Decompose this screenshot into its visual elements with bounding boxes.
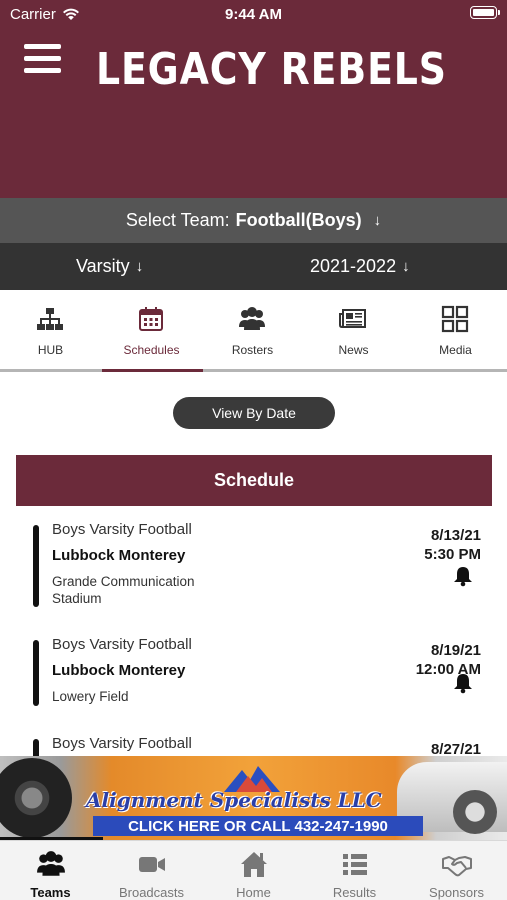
sub-selector-bar: Varsity ↓ 2021-2022 ↓: [0, 243, 507, 290]
tab-label: News: [338, 343, 369, 357]
event-sport: Boys Varsity Football: [52, 735, 192, 752]
app-header: Carrier 9:44 AM LEGACY REBELS: [0, 0, 507, 198]
hamburger-menu-icon[interactable]: [24, 44, 61, 74]
level-selector[interactable]: Varsity ↓: [76, 243, 143, 290]
bell-icon[interactable]: [452, 565, 474, 587]
calendar-icon: [139, 307, 163, 331]
nav-results[interactable]: Results: [304, 841, 405, 900]
arrow-down-icon: ↓: [402, 258, 410, 275]
schedule-item[interactable]: Boys Varsity Football Lubbock Monterey L…: [0, 636, 507, 711]
event-date: 8/19/21: [430, 642, 481, 659]
people-icon: [37, 851, 65, 876]
event-sport: Boys Varsity Football: [52, 521, 192, 538]
event-sport: Boys Varsity Football: [52, 636, 192, 653]
arrow-down-icon: ↓: [135, 258, 144, 275]
nav-label: Results: [332, 885, 377, 900]
schedule-item[interactable]: Boys Varsity Football 8/27/21: [0, 735, 507, 757]
event-opponent: Lubbock Monterey: [52, 662, 186, 679]
event-bar: [33, 640, 39, 706]
event-venue: Grande Communication Stadium: [52, 574, 195, 606]
view-by-date-button[interactable]: View By Date: [173, 397, 335, 429]
status-time: 9:44 AM: [225, 6, 282, 23]
team-select-value: Football(Boys): [235, 210, 362, 230]
level-value: Varsity: [76, 256, 130, 276]
tab-hub[interactable]: HUB: [0, 290, 101, 369]
season-selector[interactable]: 2021-2022 ↓: [310, 243, 410, 290]
tab-news[interactable]: News: [303, 290, 404, 369]
tab-label: HUB: [37, 343, 64, 357]
active-tab-indicator: [102, 369, 203, 372]
tab-media[interactable]: Media: [405, 290, 506, 369]
bell-icon[interactable]: [452, 672, 474, 694]
section-tabs: HUB Schedules Rosters News Media: [0, 290, 507, 372]
status-bar: Carrier 9:44 AM: [0, 0, 507, 30]
nav-label: Sponsors: [429, 885, 484, 900]
event-bar: [33, 525, 39, 607]
ad-title: Alignment Specialists LLC: [86, 788, 382, 812]
team-select-label: Select Team:: [125, 210, 230, 230]
people-icon: [239, 307, 265, 330]
sponsor-ad-banner[interactable]: Alignment Specialists LLC CLICK HERE OR …: [0, 756, 507, 840]
nav-label: Broadcasts: [118, 885, 185, 900]
event-bar: [33, 739, 39, 757]
tab-label: Rosters: [231, 343, 274, 357]
nav-label: Teams: [30, 885, 71, 900]
hierarchy-icon: [37, 308, 63, 330]
nav-broadcasts[interactable]: Broadcasts: [101, 841, 202, 900]
home-icon: [241, 852, 267, 877]
nav-home[interactable]: Home: [203, 841, 304, 900]
handshake-icon: [442, 856, 472, 877]
wheel-image: [453, 790, 497, 834]
tab-rosters[interactable]: Rosters: [202, 290, 303, 369]
tab-label: Schedules: [123, 343, 180, 357]
nav-sponsors[interactable]: Sponsors: [406, 841, 507, 900]
arrow-down-icon: ↓: [373, 212, 382, 229]
list-icon: [343, 854, 367, 875]
nav-teams[interactable]: Teams: [0, 841, 101, 900]
ad-call-to-action[interactable]: CLICK HERE OR CALL 432-247-1990: [93, 816, 423, 836]
schedule-header: Schedule: [16, 455, 492, 506]
tab-label: Media: [439, 343, 472, 357]
event-venue: Lowery Field: [52, 689, 129, 704]
grid-icon: [441, 305, 469, 333]
tab-schedules[interactable]: Schedules: [101, 290, 202, 369]
event-date: 8/13/21: [430, 527, 481, 544]
event-date: 8/27/21: [430, 741, 481, 757]
battery-icon: [470, 6, 500, 19]
event-time: 5:30 PM: [424, 546, 481, 563]
event-opponent: Lubbock Monterey: [52, 547, 186, 564]
app-title: LEGACY REBELS: [96, 44, 447, 95]
team-selector[interactable]: Select Team: Football(Boys) ↓: [0, 198, 507, 243]
nav-label: Home: [236, 885, 271, 900]
schedule-item[interactable]: Boys Varsity Football Lubbock Monterey G…: [0, 521, 507, 611]
video-camera-icon: [139, 857, 165, 872]
newspaper-icon: [339, 309, 366, 328]
season-value: 2021-2022: [310, 256, 397, 276]
tire-image: [0, 758, 72, 838]
bottom-navigation: Teams Broadcasts Home Results Sponsors: [0, 840, 507, 900]
